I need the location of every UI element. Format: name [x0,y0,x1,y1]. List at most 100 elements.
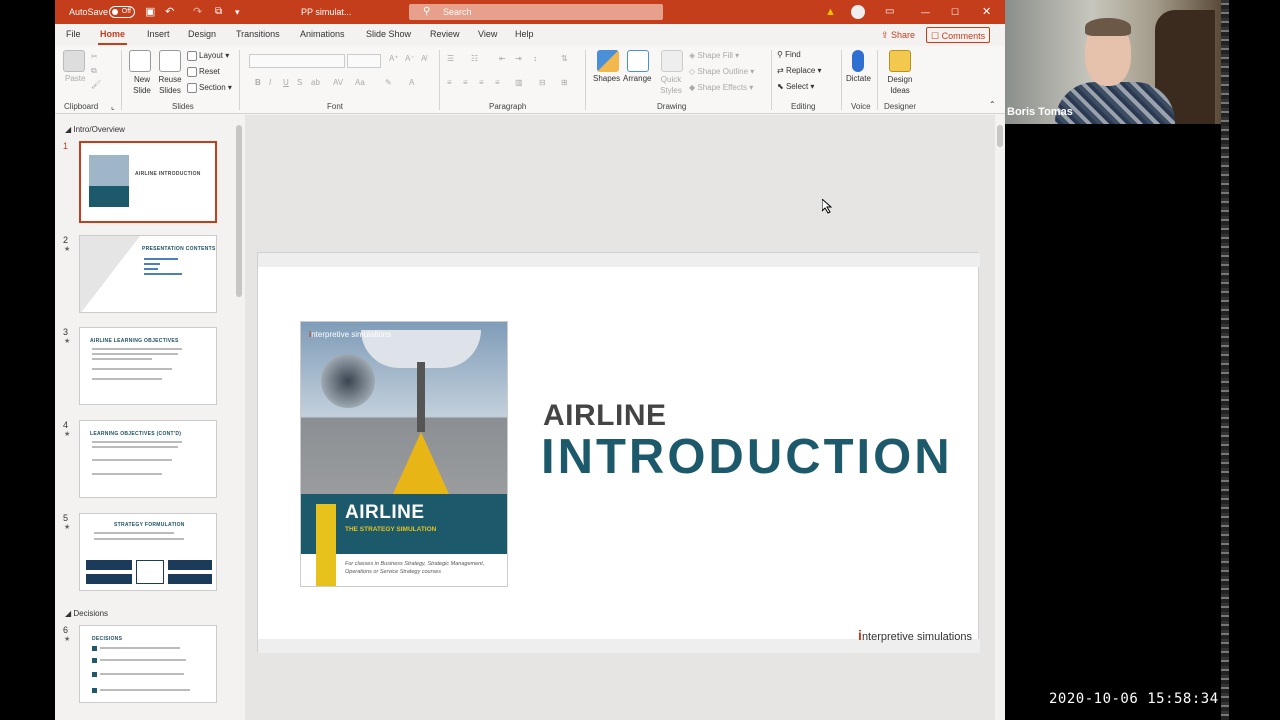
thumbnail-scrollbar[interactable] [235,115,243,720]
design-ideas-icon[interactable] [889,50,911,72]
bold-icon[interactable]: B [255,78,261,87]
thumbnail-slide-4[interactable]: LEARNING OBJECTIVES (CONT'D) [79,420,217,498]
comments-button[interactable]: ☐ Comments [926,27,991,43]
shape-effects-button[interactable]: ◆ Shape Effects ▾ [689,83,753,92]
paste-icon[interactable] [63,50,85,72]
strikethrough-icon[interactable]: S [297,78,302,87]
tab-insert[interactable]: Insert [147,29,170,39]
reset-button[interactable]: Reset [187,67,220,77]
redo-icon[interactable]: ↷ [193,0,202,24]
font-name-box[interactable] [249,54,345,68]
layout-button[interactable]: Layout ▾ [187,51,229,61]
justify-icon[interactable]: ≡ [495,78,500,87]
find-button[interactable]: ⚲ Find [777,50,801,59]
decrease-font-icon[interactable]: A⁻ [405,54,415,63]
scrollbar-thumb[interactable] [997,125,1003,147]
thumbnail-slide-5[interactable]: STRATEGY FORMULATION [79,513,217,591]
present-icon[interactable]: ⧉ [215,0,222,24]
reuse-slides-button[interactable]: Reuse Slides [155,74,185,96]
thumbnail-slide-3[interactable]: AIRLINE LEARNING OBJECTIVES [79,327,217,405]
slide-title-line2[interactable]: INTRODUCTION [541,429,953,485]
section-header-intro[interactable]: ◢ Intro/Overview [65,125,125,134]
shadow-icon[interactable]: ab [311,78,320,87]
thumbnail-slide-1[interactable]: AIRLINE INTRODUCTION [79,141,217,223]
quick-access-menu-icon[interactable]: ▾ [235,0,240,24]
decrease-indent-icon[interactable]: ⇤ [499,54,506,63]
autosave-toggle[interactable]: Off [109,6,135,18]
tab-home[interactable]: Home [97,29,128,45]
new-slide-button[interactable]: New Slide [129,74,155,96]
minimize-icon[interactable]: — [921,0,930,24]
font-color-icon[interactable]: A [409,78,414,87]
tab-animations[interactable]: Animations [300,29,345,39]
underline-icon[interactable]: U [283,78,289,87]
quick-styles-icon[interactable] [661,50,683,72]
save-icon[interactable]: ▣ [145,0,155,24]
warning-icon[interactable]: ▲ [825,0,836,24]
italic-icon[interactable]: I [269,78,271,87]
undo-icon[interactable]: ↶ [165,0,174,24]
thumbnail-slide-6[interactable]: DECISIONS [79,625,217,703]
shape-outline-button[interactable]: ◇ Shape Outline ▾ [689,67,754,76]
copy-icon[interactable]: ⧉ [91,66,97,76]
section-button[interactable]: Section ▾ [187,83,232,93]
design-ideas-button[interactable]: Design Ideas [885,74,915,96]
new-slide-icon[interactable] [129,50,151,72]
align-center-icon[interactable]: ≡ [463,78,468,87]
tab-view[interactable]: View [478,29,497,39]
font-size-box[interactable] [347,54,381,68]
increase-indent-icon[interactable]: ⇥ [515,54,522,63]
reuse-slides-icon[interactable] [159,50,181,72]
format-painter-icon[interactable]: 🖌 [91,80,101,89]
book-cover-image[interactable]: interpretive simulations AIRLINE THE STR… [300,321,508,587]
shape-fill-button[interactable]: ◈ Shape Fill ▾ [689,51,739,60]
increase-font-icon[interactable]: A⁺ [389,54,399,63]
text-direction-icon[interactable]: ⇅ [561,54,568,63]
columns-icon[interactable]: ▥ [515,78,523,87]
ribbon-display-icon[interactable]: ▭ [885,0,894,24]
change-case-icon[interactable]: Aa [355,78,365,87]
numbering-icon[interactable]: ☷ [471,54,478,63]
share-button[interactable]: ⇪ Share [877,27,919,43]
tab-review[interactable]: Review [430,29,460,39]
account-avatar[interactable] [851,5,865,19]
tab-slide-show[interactable]: Slide Show [366,29,411,39]
align-text-icon[interactable]: ⊟ [539,78,546,87]
slide-editing-area[interactable]: interpretive simulations AIRLINE THE STR… [245,115,1005,720]
arrange-button[interactable]: Arrange [623,74,651,83]
collapse-ribbon-icon[interactable]: ⌃ [989,100,996,109]
clear-formatting-icon[interactable]: A̸ [421,54,426,63]
bullets-icon[interactable]: ☰ [447,54,454,63]
character-spacing-icon[interactable]: AV [333,78,343,87]
tab-transitions[interactable]: Transitions [236,29,280,39]
replace-button[interactable]: ⇄ Replace ▾ [777,66,822,75]
smartart-icon[interactable]: ⊞ [561,78,568,87]
select-button[interactable]: ⬉ Select ▾ [777,82,814,91]
thumbnail-slide-2[interactable]: PRESENTATION CONTENTS [79,235,217,313]
microphone-icon[interactable] [852,50,864,72]
document-title[interactable]: PP simulat... [301,0,351,24]
section-header-decisions[interactable]: ◢ Decisions [65,609,108,618]
shapes-icon[interactable] [597,50,619,72]
close-icon[interactable]: ✕ [982,0,991,24]
highlight-icon[interactable]: ✎ [385,78,392,87]
quick-styles-button[interactable]: Quick Styles [657,74,685,96]
slide-scrollbar[interactable] [995,115,1005,720]
search-box[interactable]: ⚲ Search [409,4,663,20]
tab-file[interactable]: File [66,29,81,39]
tab-design[interactable]: Design [188,29,216,39]
cut-icon[interactable]: ✂ [91,52,98,61]
shapes-button[interactable]: Shapes [593,74,620,83]
clipboard-launcher-icon[interactable]: ⌞ [111,102,115,111]
slide-title-line1[interactable]: AIRLINE [543,399,667,433]
dictate-button[interactable]: Dictate [846,74,871,83]
scrollbar-thumb[interactable] [236,125,242,297]
align-right-icon[interactable]: ≡ [479,78,484,87]
paste-button[interactable]: Paste [65,74,85,83]
current-slide[interactable]: interpretive simulations AIRLINE THE STR… [257,252,980,653]
maximize-icon[interactable]: ☐ [951,0,959,24]
arrange-icon[interactable] [627,50,649,72]
tab-help[interactable]: Help [515,29,534,39]
line-spacing-icon[interactable]: ↕ [533,54,537,63]
align-left-icon[interactable]: ≡ [447,78,452,87]
